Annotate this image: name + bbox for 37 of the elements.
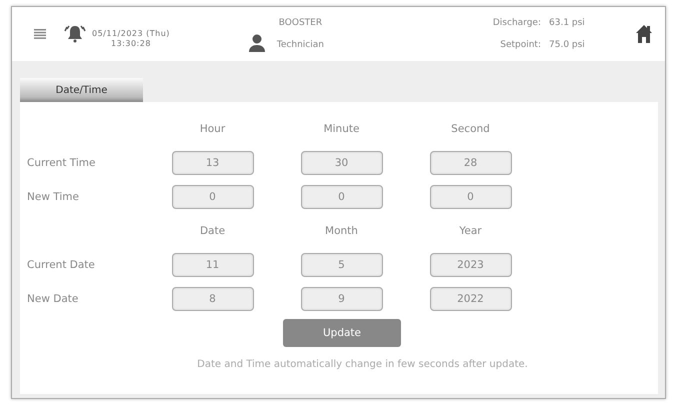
column-heading: Date [198, 225, 226, 237]
column-heading: Minute [322, 123, 360, 135]
value-field[interactable]: 30 [300, 151, 382, 175]
column-heading: Second [450, 123, 491, 135]
home-icon[interactable] [635, 24, 653, 44]
row-label: New Date [27, 293, 80, 305]
value-field[interactable]: 2023 [430, 253, 512, 277]
value-field[interactable]: 0 [430, 185, 512, 209]
value-field[interactable]: 5 [300, 253, 382, 277]
column-heading: Month [324, 225, 359, 237]
row-label: Current Date [27, 259, 96, 271]
user-icon [248, 33, 266, 53]
value-field[interactable]: 0 [300, 185, 382, 209]
value-field[interactable]: 28 [430, 151, 512, 175]
header-time: 13:30:28 [110, 39, 151, 49]
reading-label: Discharge: [492, 18, 541, 28]
value-field[interactable]: 0 [172, 185, 254, 209]
reading-value: 75.0 psi [549, 40, 586, 50]
device-name: BOOSTER [278, 18, 322, 28]
update-button[interactable]: Update [283, 319, 401, 347]
value-field[interactable]: 11 [172, 253, 254, 277]
alarm-bell-icon[interactable] [64, 24, 86, 44]
value-field[interactable]: 9 [300, 287, 382, 311]
reading-label: Setpoint: [499, 40, 541, 50]
date-time-tab[interactable]: Date/Time [20, 78, 143, 102]
reading-value: 63.1 psi [549, 18, 586, 28]
value-field[interactable]: 13 [172, 151, 254, 175]
user-role: Technician [276, 40, 324, 50]
column-heading: Hour [198, 123, 226, 135]
value-field[interactable]: 2022 [430, 287, 512, 311]
row-label: New Time [27, 191, 80, 203]
column-heading: Year [458, 225, 483, 237]
row-label: Current Time [27, 157, 96, 169]
info-note: Date and Time automatically change in few seconds after update. [196, 359, 529, 370]
menu-icon[interactable] [34, 29, 46, 39]
header-date: 05/11/2023 (Thu) [92, 29, 170, 39]
value-field[interactable]: 8 [172, 287, 254, 311]
